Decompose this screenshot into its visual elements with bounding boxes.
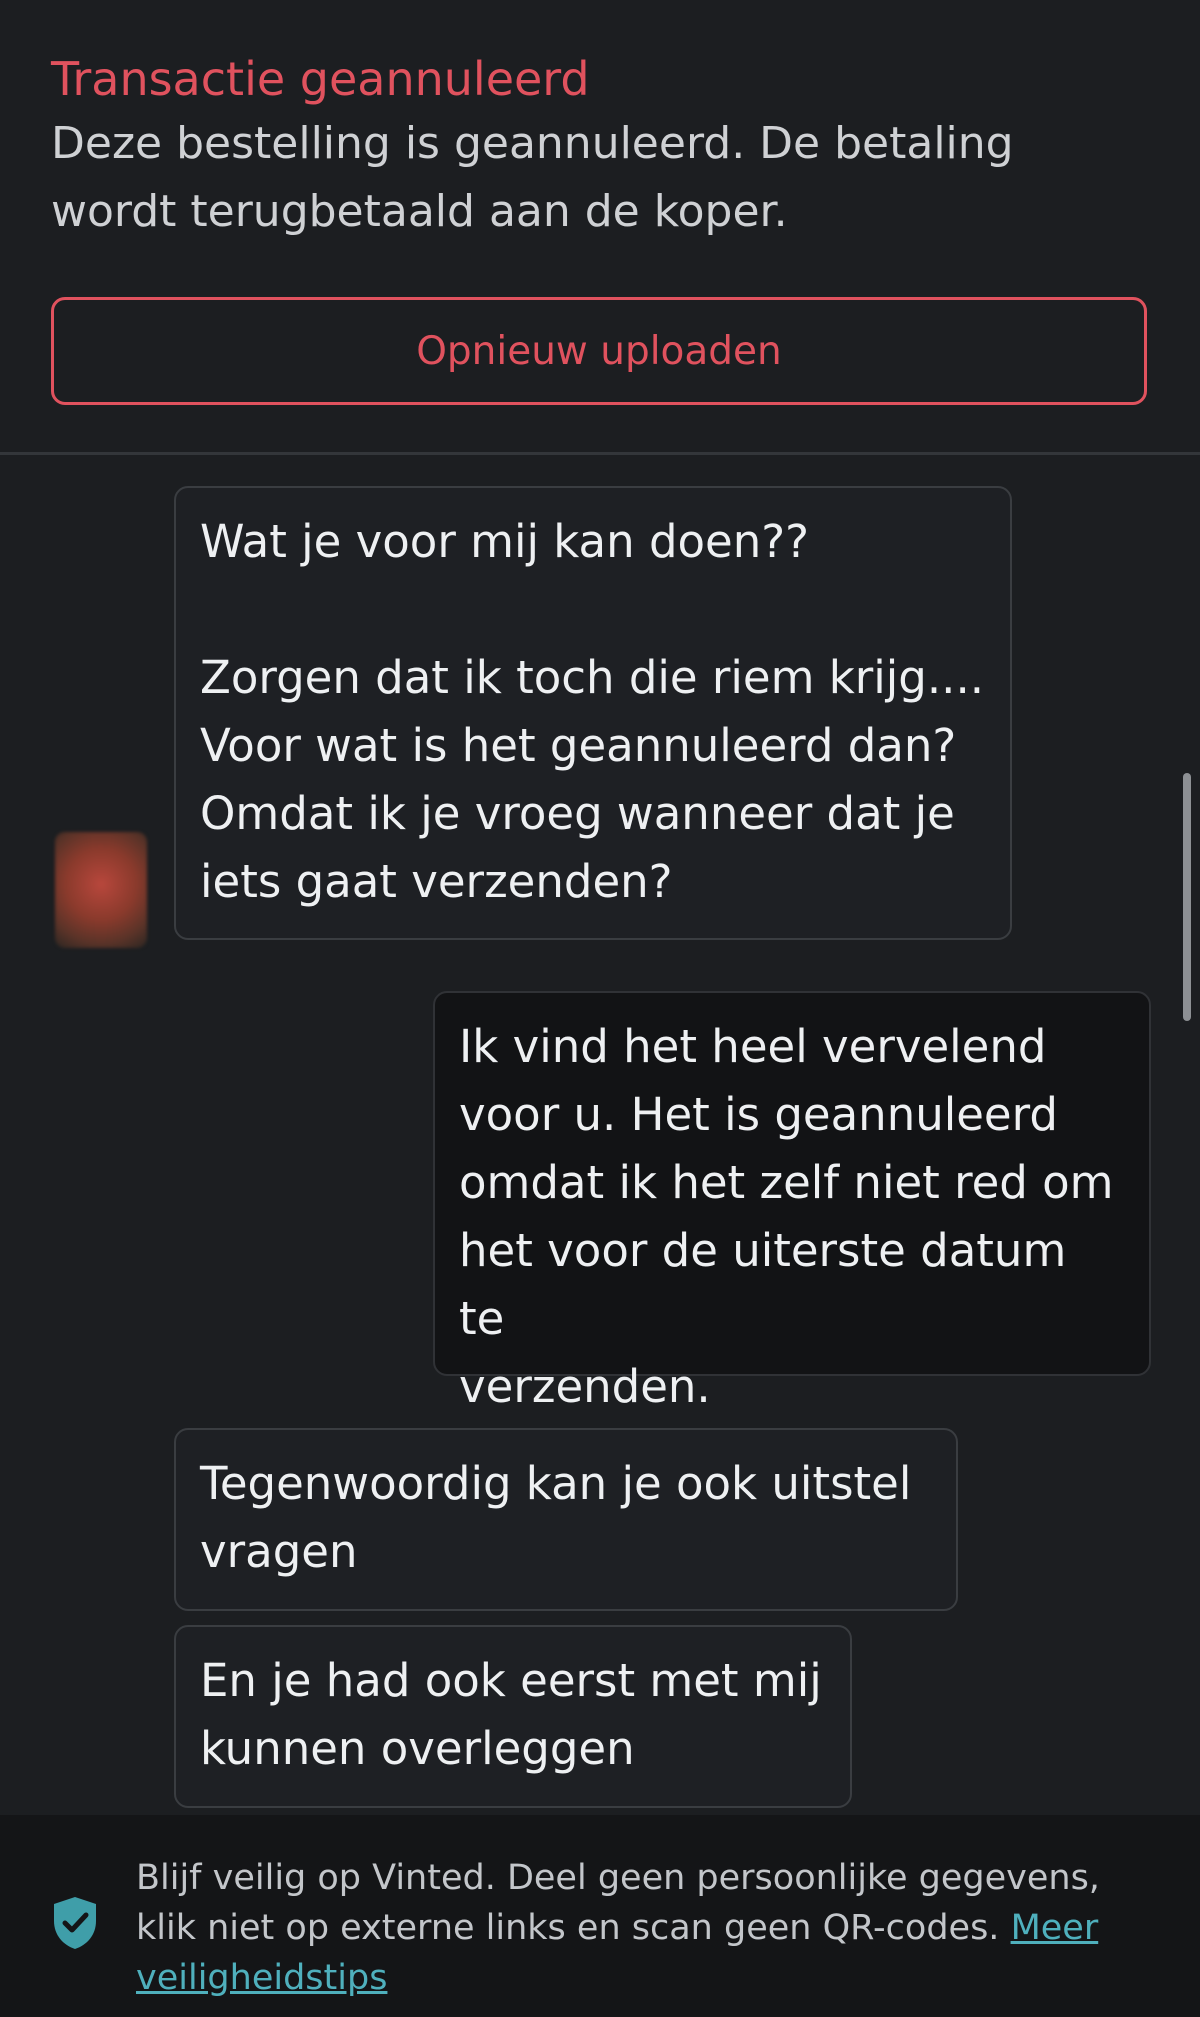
safety-text-block: Blijf veilig op Vinted. Deel geen persoo…	[136, 1853, 1166, 2003]
message-bubble-received: Wat je voor mij kan doen?? Zorgen dat ik…	[174, 486, 1012, 940]
status-title: Transactie geannuleerd	[51, 52, 590, 106]
safety-text: Blijf veilig op Vinted. Deel geen persoo…	[136, 1858, 1100, 1948]
status-description: Deze bestelling is geannuleerd. De betal…	[51, 118, 1014, 237]
message-bubble-received: Tegenwoordig kan je ook uitstel vragen	[174, 1428, 958, 1611]
shield-check-icon	[54, 1897, 96, 1949]
transaction-status: Transactie geannuleerd Deze bestelling i…	[51, 48, 1151, 246]
chat-screen: Transactie geannuleerd Deze bestelling i…	[0, 0, 1200, 2017]
message-bubble-sent: Ik vind het heel vervelend voor u. Het i…	[433, 991, 1151, 1413]
reupload-button[interactable]: Opnieuw uploaden	[51, 297, 1147, 405]
avatar[interactable]	[55, 832, 147, 948]
section-divider	[0, 452, 1200, 455]
safety-banner: Blijf veilig op Vinted. Deel geen persoo…	[0, 1815, 1200, 2017]
scrollbar[interactable]	[1183, 773, 1191, 1021]
message-bubble-received: En je had ook eerst met mij kunnen overl…	[174, 1625, 852, 1808]
